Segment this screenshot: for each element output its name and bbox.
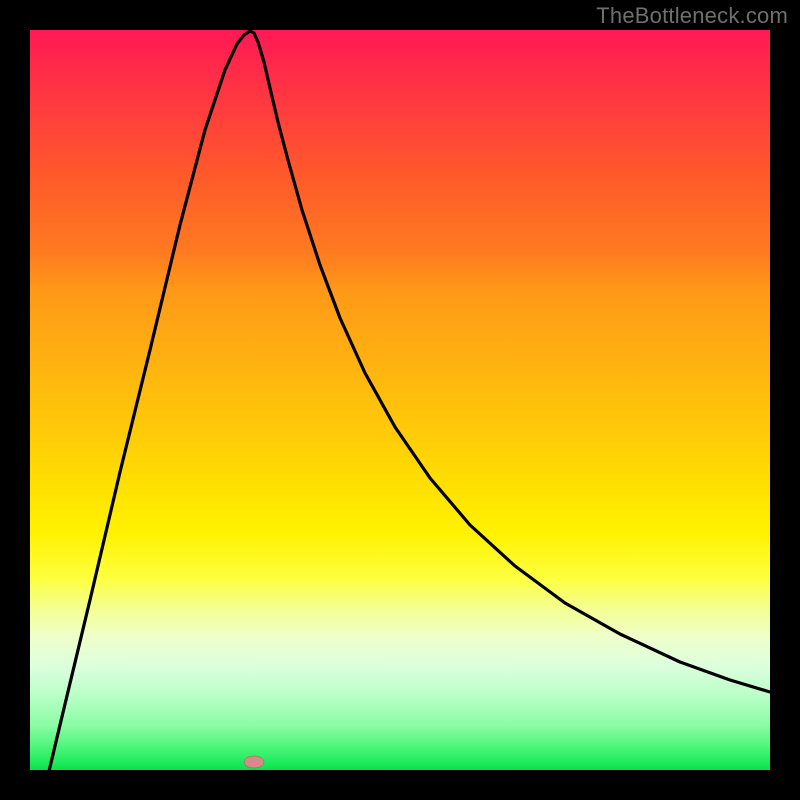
plot-area bbox=[30, 30, 770, 770]
attribution-label: TheBottleneck.com bbox=[596, 3, 788, 29]
minimum-marker bbox=[244, 756, 264, 768]
chart-svg bbox=[30, 30, 770, 770]
chart-frame: TheBottleneck.com bbox=[0, 0, 800, 800]
bottleneck-curve bbox=[35, 31, 770, 770]
